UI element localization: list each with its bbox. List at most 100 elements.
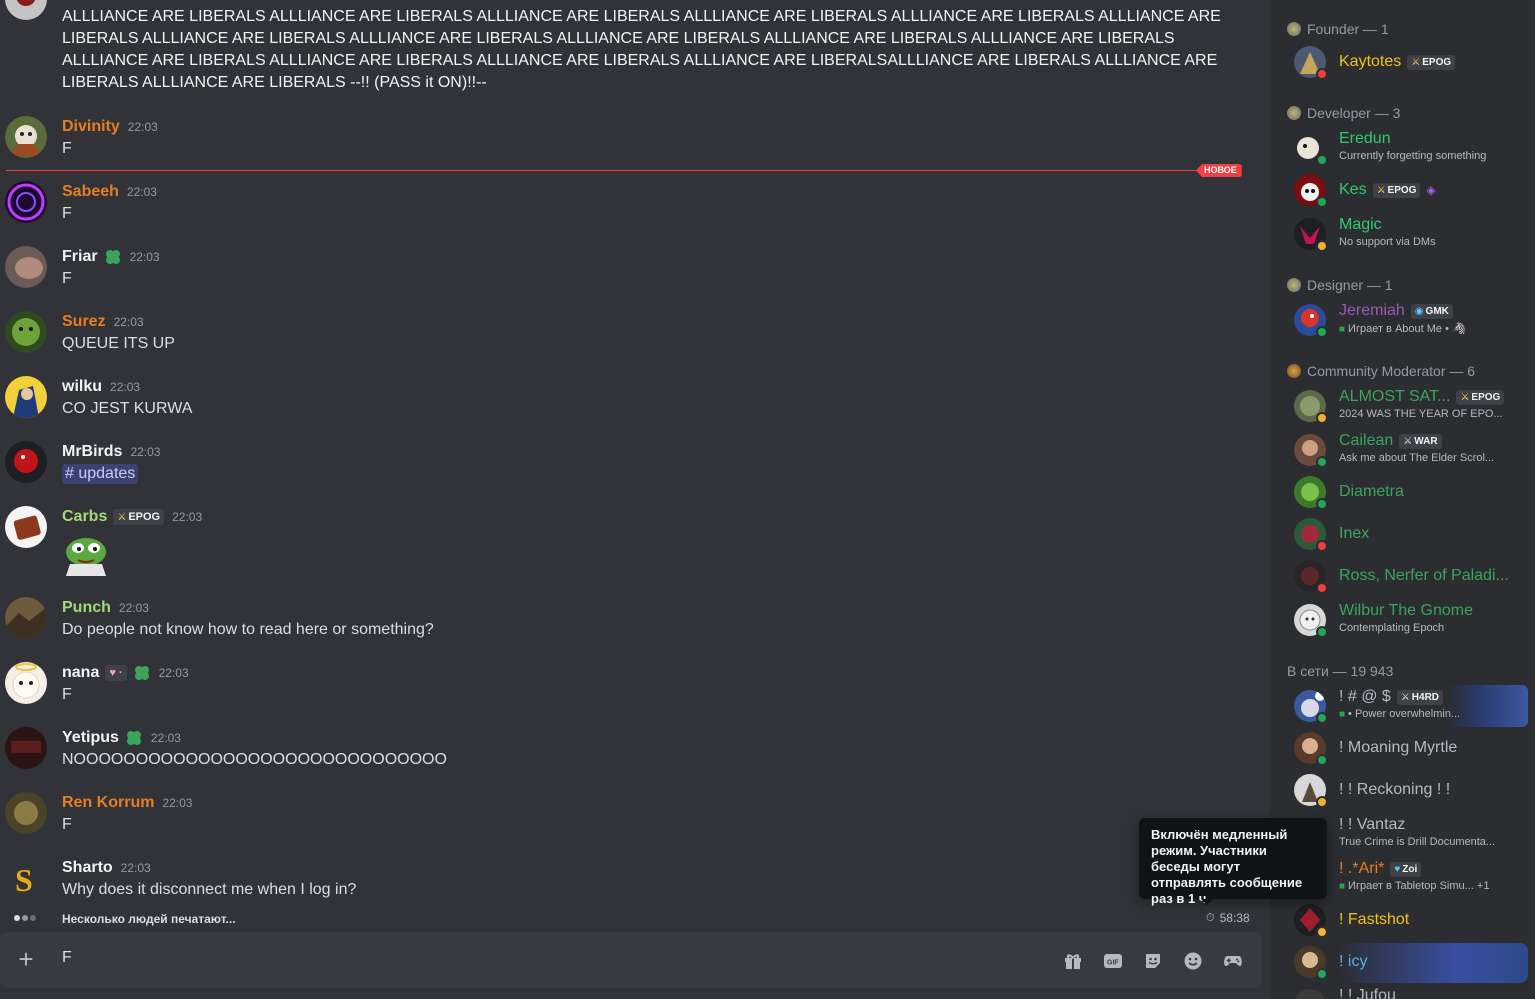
username[interactable]: wilku: [62, 378, 102, 396]
status-idle-icon: [1316, 926, 1328, 938]
role-tag: ⚔ EPOG: [113, 509, 165, 525]
timestamp: 22:03: [110, 380, 141, 394]
timestamp: 22:03: [113, 315, 144, 329]
message-composer: + GIF: [0, 932, 1262, 988]
member-fastshot[interactable]: ! Fastshot: [1288, 899, 1528, 941]
member-reckoning[interactable]: ! ! Reckoning ! !: [1288, 769, 1528, 811]
status-online-icon: [1316, 154, 1328, 166]
member-activity: Играет в About Me •: [1348, 323, 1449, 335]
member-name: ! Moaning Myrtle: [1339, 739, 1458, 756]
pepe-sticker[interactable]: [62, 532, 110, 576]
status-online-icon: [1316, 196, 1328, 208]
member-magic[interactable]: Magic No support via DMs: [1288, 213, 1528, 255]
gamepad-icon: ■: [1339, 324, 1346, 335]
member-wilbur-the-gnome[interactable]: Wilbur The Gnome Contemplating Epoch: [1288, 599, 1528, 641]
new-messages-divider: [6, 170, 1238, 171]
user-avatar[interactable]: [5, 311, 47, 353]
username[interactable]: Sharto: [62, 859, 113, 877]
slowmode-timer[interactable]: ⏱ 58:38: [1206, 911, 1250, 925]
username[interactable]: Divinity: [62, 118, 120, 136]
username[interactable]: Ren Korrum: [62, 794, 154, 812]
message-text: CO JEST KURWA: [62, 400, 193, 417]
username[interactable]: Carbs: [62, 508, 107, 526]
timestamp: 22:03: [126, 185, 157, 199]
user-avatar[interactable]: [5, 0, 47, 20]
gift-icon[interactable]: [1062, 950, 1084, 972]
member-activity: • Power overwhelmin...: [1348, 708, 1461, 720]
role-tag: ◉ GMK: [1410, 303, 1453, 319]
heart-icon: ♥: [1394, 863, 1401, 875]
member-eredun[interactable]: Eredun Currently forgetting something: [1288, 127, 1528, 169]
role-tag: ⚔ EPOG: [1456, 389, 1505, 405]
timestamp: 22:03: [162, 796, 193, 810]
member-hash-at[interactable]: ! # @ $ ⚔ H4RD ■ • Power overwhelmin...: [1288, 685, 1528, 727]
channel-mention-updates[interactable]: # updates: [62, 464, 139, 484]
emoji-icon[interactable]: [1182, 950, 1204, 972]
sword-icon: ⚔: [117, 511, 127, 523]
sticker-icon[interactable]: [1142, 950, 1164, 972]
status-online-icon: [1316, 712, 1328, 724]
user-avatar[interactable]: [5, 376, 47, 418]
timestamp: 22:03: [120, 861, 151, 875]
member-name: Inex: [1339, 525, 1370, 542]
sword-icon: ⚔: [1460, 391, 1470, 403]
username[interactable]: Surez: [62, 313, 106, 331]
message-text: NOOOOOOOOOOOOOOOOOOOOOOOOOOOOOO: [62, 751, 447, 768]
member-moaning-myrtle[interactable]: ! Moaning Myrtle: [1288, 727, 1528, 769]
user-avatar[interactable]: [5, 441, 47, 483]
status-dnd-icon: [1316, 540, 1328, 552]
sword-icon: ⚔: [1411, 56, 1421, 68]
member-kaytotes[interactable]: Kaytotes ⚔ EPOG: [1288, 41, 1528, 83]
member-diametra[interactable]: Diametra: [1288, 471, 1528, 513]
member-jeremiah[interactable]: Jeremiah ◉ GMK ■ Играет в About Me • 🦓: [1288, 299, 1528, 341]
user-avatar[interactable]: [5, 116, 47, 158]
role-tag: ⚔ EPOG: [1407, 54, 1456, 70]
clover-icon: [126, 731, 141, 745]
message-input[interactable]: [62, 949, 962, 967]
user-avatar[interactable]: [5, 792, 47, 834]
member-name: ! Fastshot: [1339, 911, 1410, 928]
role-tag: ⚔ H4RD: [1396, 689, 1444, 705]
role-header-founder: Founder — 1: [1287, 21, 1389, 37]
gif-icon[interactable]: GIF: [1102, 950, 1124, 972]
member-name: ! ! Vantaz: [1339, 816, 1406, 833]
heart-tag: ♥ ·: [105, 665, 127, 681]
user-avatar[interactable]: [5, 181, 47, 223]
user-avatar[interactable]: [5, 506, 47, 548]
username[interactable]: Friar: [62, 248, 98, 266]
message-text: F: [62, 816, 72, 833]
username[interactable]: MrBirds: [62, 443, 122, 461]
sword-icon: ⚔: [1376, 184, 1386, 196]
member-name: Jeremiah: [1339, 302, 1405, 319]
member-kes[interactable]: Kes ⚔ EPOG ◈: [1288, 169, 1528, 211]
member-cailean[interactable]: Cailean ⚔ WAR Ask me about The Elder Scrol…: [1288, 429, 1528, 471]
stopwatch-icon: ⏱: [1206, 911, 1215, 924]
member-jufou[interactable]: ! ! Jufou: [1288, 985, 1528, 999]
message-text: F: [62, 686, 72, 703]
user-avatar[interactable]: [5, 662, 47, 704]
user-avatar[interactable]: S: [5, 857, 47, 899]
member-avatar: [1294, 989, 1326, 999]
member-name: Kes: [1339, 181, 1367, 198]
member-inex[interactable]: Inex: [1288, 513, 1528, 555]
plus-icon[interactable]: +: [14, 946, 38, 972]
username[interactable]: Punch: [62, 599, 111, 617]
member-icy[interactable]: ! icy: [1288, 941, 1528, 983]
member-name: ! icy: [1339, 953, 1368, 970]
username[interactable]: Yetipus: [62, 729, 119, 747]
member-name: Eredun: [1339, 130, 1391, 147]
zebra-icon: 🦓: [1452, 323, 1466, 335]
user-avatar[interactable]: [5, 727, 47, 769]
member-almost-sat[interactable]: ALMOST SAT... ⚔ EPOG 2024 WAS THE YEAR OF …: [1288, 385, 1528, 427]
role-icon: [1287, 278, 1301, 292]
username[interactable]: nana: [62, 664, 99, 682]
member-status-text: Contemplating Epoch: [1339, 622, 1445, 634]
nitro-icon: ◈: [1426, 183, 1436, 197]
user-avatar[interactable]: [5, 246, 47, 288]
member-ross[interactable]: Ross, Nerfer of Paladi...: [1288, 555, 1528, 597]
user-avatar[interactable]: [5, 597, 47, 639]
svg-text:GIF: GIF: [1107, 960, 1119, 967]
member-status-text: Currently forgetting something: [1339, 150, 1487, 162]
gamepad-icon[interactable]: [1222, 950, 1244, 972]
username[interactable]: Sabeeh: [62, 183, 119, 201]
